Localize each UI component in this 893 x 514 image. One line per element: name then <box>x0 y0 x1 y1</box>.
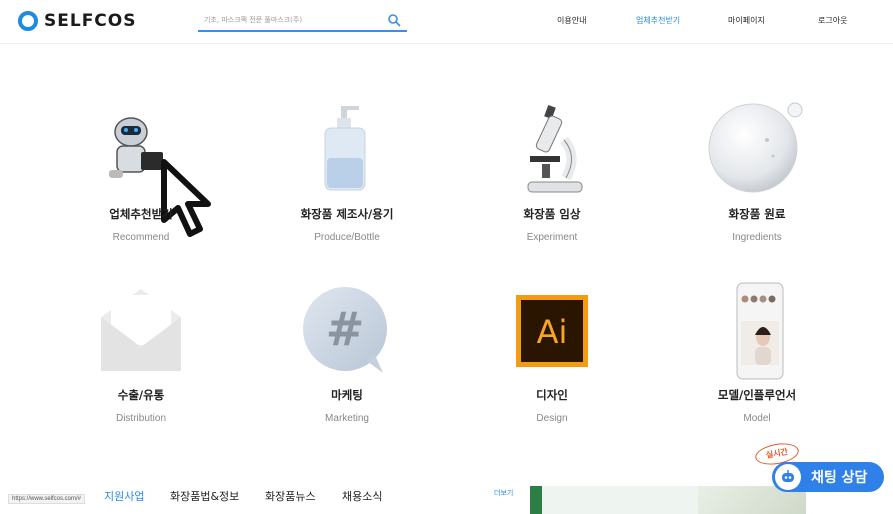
search-input[interactable] <box>204 12 384 28</box>
nav-guide[interactable]: 이용안내 <box>557 15 586 26</box>
banner-stripe <box>530 486 542 514</box>
nav-mypage[interactable]: 마이페이지 <box>728 15 765 26</box>
hashtag-icon: # <box>303 287 387 373</box>
phone-model-icon <box>736 282 784 380</box>
category-subtitle: Design <box>536 413 568 424</box>
chat-label: 채팅 상담 <box>811 470 868 486</box>
status-url: https://www.selfcos.com/# <box>8 494 86 504</box>
category-card-model[interactable]: 모델/인플루언서 Model <box>667 281 847 431</box>
category-subtitle: Produce/Bottle <box>314 232 380 243</box>
category-title: 업체추천받기 <box>109 207 173 221</box>
category-title: 디자인 <box>536 388 568 402</box>
illustrator-icon: Ai <box>516 295 588 367</box>
category-card-experiment[interactable]: 화장품 임상 Experiment <box>462 100 642 250</box>
logo-text: SELFCOS <box>44 11 137 31</box>
microscope-icon <box>527 104 583 193</box>
envelope-icon <box>101 289 181 371</box>
logo-ring-icon <box>18 11 38 31</box>
category-card-produce[interactable]: 화장품 제조사/용기 Produce/Bottle <box>257 100 437 250</box>
category-title: 화장품 제조사/용기 <box>300 207 394 221</box>
header: SELFCOS 이용안내 업체추천받기 마이페이지 로그아웃 <box>0 0 893 44</box>
bubble-icon <box>708 102 803 193</box>
category-card-distribution[interactable]: 수출/유통 Distribution <box>51 281 231 431</box>
category-subtitle: Recommend <box>112 232 170 243</box>
category-title: 마케팅 <box>331 388 363 402</box>
category-title: 화장품 임상 <box>523 207 581 221</box>
category-subtitle: Marketing <box>325 413 369 424</box>
search-bar <box>198 10 407 32</box>
nav-recommend[interactable]: 업체추천받기 <box>636 15 680 26</box>
category-subtitle: Distribution <box>115 413 167 424</box>
tab-news[interactable]: 화장품뉴스 <box>265 488 316 504</box>
tab-jobs[interactable]: 채용소식 <box>342 488 382 504</box>
category-card-design[interactable]: Ai 디자인 Design <box>462 281 642 431</box>
category-subtitle: Model <box>743 413 771 424</box>
svg-text:Ai: Ai <box>537 313 568 351</box>
more-link[interactable]: 더보기 <box>494 488 513 498</box>
svg-text:#: # <box>326 302 365 356</box>
tab-law-info[interactable]: 화장품법&정보 <box>170 488 239 504</box>
search-icon[interactable] <box>387 13 401 27</box>
category-subtitle: Ingredients <box>732 232 782 243</box>
chat-bot-icon <box>775 464 801 490</box>
logo[interactable]: SELFCOS <box>18 9 136 33</box>
pump-bottle-icon <box>324 106 366 191</box>
category-subtitle: Experiment <box>526 232 578 243</box>
category-card-recommend[interactable]: 업체추천받기 Recommend <box>51 100 231 250</box>
category-title: 화장품 원료 <box>728 207 786 221</box>
category-card-marketing[interactable]: # 마케팅 Marketing <box>257 281 437 431</box>
category-card-ingredients[interactable]: 화장품 원료 Ingredients <box>667 100 847 250</box>
chat-button[interactable]: 채팅 상담 <box>772 462 884 492</box>
category-title: 모델/인플루언서 <box>717 388 797 402</box>
tab-support[interactable]: 지원사업 <box>104 488 144 504</box>
category-title: 수출/유통 <box>117 388 165 402</box>
cursor-icon <box>161 159 211 237</box>
news-banner[interactable] <box>530 486 806 514</box>
nav-logout[interactable]: 로그아웃 <box>818 15 847 26</box>
